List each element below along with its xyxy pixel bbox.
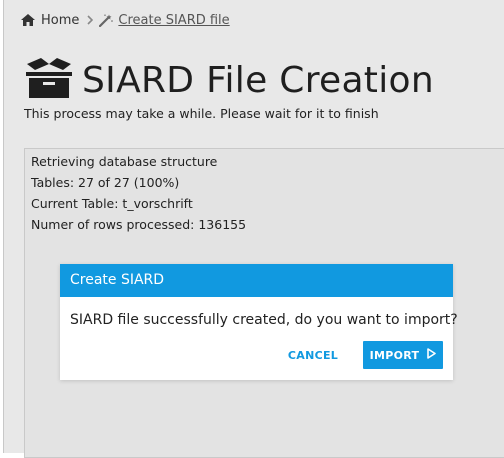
cancel-button[interactable]: CANCEL bbox=[282, 342, 344, 370]
import-button-label: IMPORT bbox=[369, 348, 420, 362]
modal-overlay: Create SIARD SIARD file successfully cre… bbox=[0, 0, 504, 453]
create-siard-dialog: Create SIARD SIARD file successfully cre… bbox=[60, 264, 458, 380]
play-icon bbox=[427, 348, 437, 362]
dialog-message: SIARD file successfully created, do you … bbox=[70, 312, 458, 328]
dialog-title: Create SIARD bbox=[60, 264, 453, 297]
import-button[interactable]: IMPORT bbox=[363, 341, 443, 369]
